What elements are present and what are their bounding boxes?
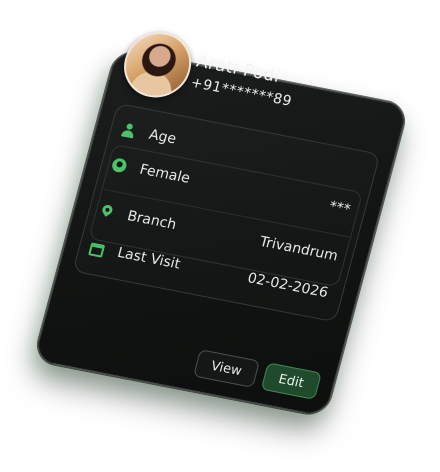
detail-label-age: Age	[147, 126, 178, 148]
card-actions: View Edit	[192, 349, 322, 400]
edit-button[interactable]: Edit	[260, 362, 322, 400]
detail-label-gender: Female	[137, 161, 192, 187]
stage: Arati Podi +91*******89 Age Female *** B…	[0, 0, 440, 472]
detail-value-gender: ***	[327, 198, 353, 218]
location-pin-icon	[98, 204, 115, 220]
view-button[interactable]: View	[192, 349, 260, 388]
avatar	[116, 26, 199, 104]
detail-label-last-visit: Last Visit	[115, 244, 182, 273]
patient-card: Arati Podi +91*******89 Age Female *** B…	[32, 26, 410, 418]
detail-label-branch: Branch	[125, 208, 179, 234]
gender-icon	[110, 157, 129, 174]
calendar-icon	[88, 241, 106, 258]
detail-value-branch: Trivandrum	[257, 233, 340, 265]
details-panel: Age Female *** Branch Trivandrum Last Vi…	[72, 102, 381, 323]
person-icon	[120, 122, 137, 138]
detail-value-last-visit: 02-02-2026	[245, 270, 330, 302]
